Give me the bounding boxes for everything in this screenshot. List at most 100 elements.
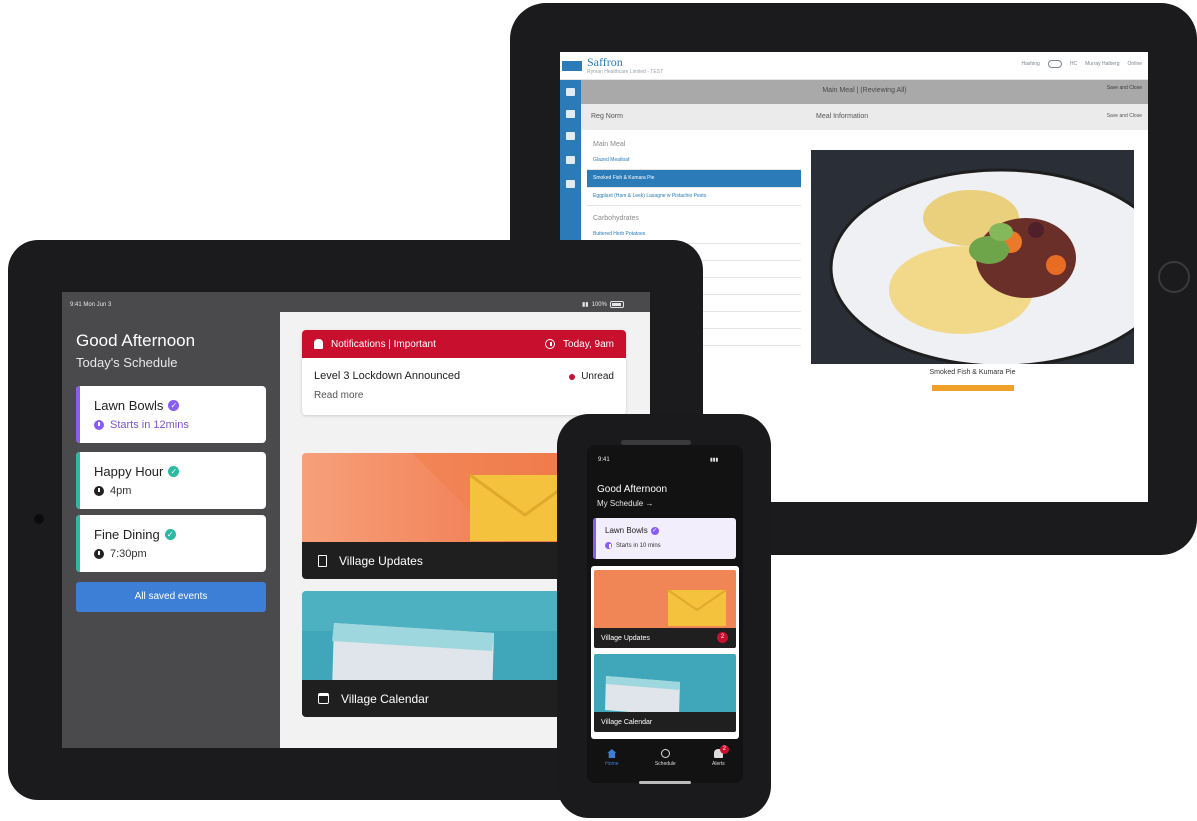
app-subtitle: Ryman Healthcare Limited - TEST [587,69,664,75]
meal-tag[interactable] [932,385,1014,391]
phone-event-card[interactable]: Lawn Bowls ✓ Starts in 10 mins [593,518,736,559]
header-toolbar: Hashing HC Murray Halberg Online [1021,60,1142,68]
phone-screen: 9:41 ▮▮▮ Good Afternoon My Schedule → La… [587,445,743,783]
event-meta: Starts in 12mins [94,419,189,431]
event-name: Lawn Bowls ✓ [605,526,659,535]
status-indicators: ▮▮ 100% [582,301,624,308]
notification-card[interactable]: Notifications | Important Today, 9am Lev… [302,330,626,415]
status-time: 9:41 Mon Jun 3 [70,302,112,308]
card-footer: Village Updates [594,628,736,648]
notification-time: Today, 9am [563,338,614,350]
card-label: Village Updates [339,553,423,568]
clock-icon [94,420,104,430]
cutlery-icon[interactable] [566,156,575,164]
tab-label: Home [605,761,619,767]
event-card-happy-hour[interactable]: Happy Hour ✓ 4pm [76,452,266,509]
unread-status: Unread [569,371,614,382]
camera-icon [34,514,44,524]
event-meta: 4pm [94,485,131,497]
meal-item[interactable]: Glazed Meatloaf [587,152,801,170]
event-accent-bar [76,515,80,572]
card-label: Village Updates [601,634,650,642]
save-close-button[interactable]: Save and Close [1107,85,1142,91]
my-schedule-link[interactable]: My Schedule → [597,499,653,508]
signal-icon: ▮▮▮ [710,457,719,463]
phone-home-indicator[interactable] [639,781,691,784]
meal-item[interactable]: Eggplant (Ham & Leek) Lasagne w Pistachi… [587,188,801,206]
event-meta: 7:30pm [94,548,147,560]
bell-icon [314,339,323,349]
unread-dot-icon [569,373,576,380]
phone-tab-bar: Home Schedule Alerts 2 [587,743,743,783]
event-meta-text: Starts in 12mins [110,419,189,431]
phone-greeting: Good Afternoon [597,484,668,495]
village-updates-card[interactable]: Village Updates 2 [594,570,736,648]
phone-cards-panel: Village Updates 2 Village Calendar [591,566,739,739]
check-badge-icon: ✓ [168,400,180,411]
notification-title: Level 3 Lockdown Announced [314,370,461,382]
check-badge-icon: ✓ [650,526,659,535]
event-name: Lawn Bowls ✓ [94,398,180,413]
event-name-text: Fine Dining [94,527,160,542]
tab-label: Schedule [654,761,676,767]
signal-icon: ▮▮ [582,302,589,308]
event-name-text: Lawn Bowls [94,398,164,413]
alerts-badge: 2 [719,745,729,754]
event-meta-text: 7:30pm [110,548,147,560]
calendar-icon [318,693,329,704]
users-icon[interactable] [566,110,575,118]
home-icon[interactable] [566,88,575,96]
notification-badge: 2 [717,632,728,643]
card-footer: Village Calendar [594,712,736,732]
header-item[interactable]: Murray Halberg [1085,61,1119,67]
meal-information-label: Meal Information [816,113,869,120]
notification-category: Notifications | Important [331,338,436,350]
clock-icon [660,749,670,758]
cloud-icon[interactable] [1047,60,1062,68]
battery-percent: 100% [591,301,607,308]
app-title: Saffron [587,55,623,69]
card-label: Village Calendar [601,718,653,726]
header-item[interactable]: Hashing [1021,61,1039,67]
home-icon [607,749,617,758]
topbar-title: Main Meal | (Reviewing All) [822,87,907,94]
event-card-fine-dining[interactable]: Fine Dining ✓ 7:30pm [76,515,266,572]
clock-icon [605,542,612,549]
tablet-home-button[interactable] [1158,261,1190,293]
event-name: Fine Dining ✓ [94,527,176,542]
meal-item-selected[interactable]: Smoked Fish & Kumara Pie [587,170,801,188]
notification-header: Notifications | Important Today, 9am [302,330,626,358]
header-item[interactable]: HC [1070,61,1077,67]
event-accent-bar [593,518,596,559]
all-saved-events-button[interactable]: All saved events [76,582,266,612]
event-meta-text: 4pm [110,485,132,497]
clock-icon [94,549,104,559]
tab-label: Alerts [712,761,725,767]
photo-caption: Smoked Fish & Kumara Pie [929,369,1016,376]
read-more-link[interactable]: Read more [314,390,363,401]
tab-schedule[interactable]: Schedule [655,743,676,783]
calculator-icon[interactable] [566,132,575,140]
saffron-header: Saffron Ryman Healthcare Limited - TEST … [560,52,1148,80]
battery-icon [609,301,624,308]
event-card-lawn-bowls[interactable]: Lawn Bowls ✓ Starts in 12mins [76,386,266,443]
village-calendar-card[interactable]: Village Calendar [594,654,736,732]
clock-icon [94,486,104,496]
check-badge-icon: ✓ [168,466,180,477]
event-name-text: Lawn Bowls [605,526,648,535]
tab-home[interactable]: Home [605,743,619,783]
event-accent-bar [76,452,80,509]
tab-alerts[interactable]: Alerts 2 [712,743,729,783]
save-close-button[interactable]: Save and Close [1107,113,1142,119]
event-meta-text: Starts in 10 mins [616,542,661,549]
section-title: Main Meal [593,141,626,148]
event-name: Happy Hour ✓ [94,464,180,479]
header-item[interactable]: Online [1128,61,1142,67]
section-title: Carbohydrates [593,215,639,222]
chart-icon[interactable] [566,180,575,188]
check-badge-icon: ✓ [164,529,176,540]
meal-photo [811,150,1134,364]
card-label: Village Calendar [341,691,429,706]
saffron-logo [562,61,582,71]
column-header-bar: Reg Norm Meal Information Save and Close [581,104,1148,130]
